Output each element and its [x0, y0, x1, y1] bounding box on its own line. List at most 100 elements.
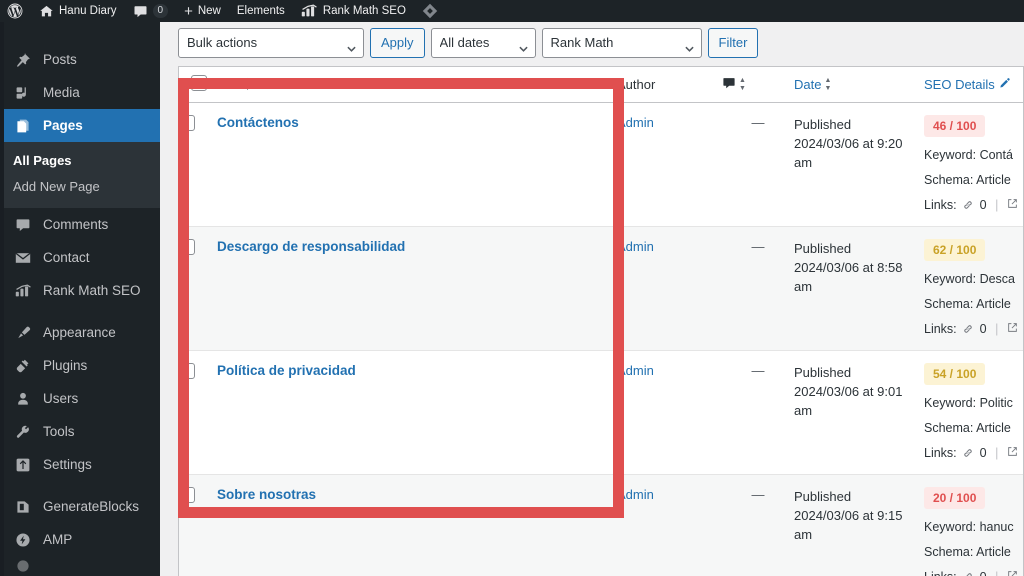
divider: |	[995, 570, 998, 576]
seo-filter-select[interactable]: Rank Math	[541, 27, 702, 58]
rank-math-bars-icon	[13, 284, 33, 298]
sidebar-subitem-all-pages[interactable]: All Pages	[0, 148, 160, 174]
bulk-actions-wrapper: Bulk actions	[178, 27, 364, 58]
row-checkbox[interactable]	[179, 487, 195, 503]
row-seo-cell: 54 / 100 Keyword: Politic Schema: Articl…	[924, 350, 1023, 475]
pages-table: Title ▲ ▼ Author ▲ ▼ Date ▲ ▼ SEO Detail…	[179, 67, 1023, 576]
row-comments-cell: —	[722, 102, 794, 227]
comments-count: —	[751, 487, 765, 502]
adminbar-rank-math[interactable]: Rank Math SEO	[293, 0, 414, 22]
dates-filter-select[interactable]: All dates	[430, 27, 536, 58]
filter-button[interactable]: Filter	[707, 27, 759, 58]
seo-score-badge: 62 / 100	[924, 239, 986, 261]
table-row[interactable]: Política de privacidad Admin — Published…	[179, 350, 1023, 475]
author-link[interactable]: Admin	[617, 363, 654, 378]
author-link[interactable]: Admin	[617, 115, 654, 130]
sidebar-item-pages[interactable]: Pages	[0, 109, 160, 142]
envelope-icon	[13, 251, 33, 265]
sidebar-item-comments[interactable]: Comments	[0, 208, 160, 241]
seo-schema: Schema: Article	[924, 173, 1011, 187]
pencil-icon[interactable]	[998, 77, 1011, 93]
sidebar-scroll-edge[interactable]	[0, 22, 4, 576]
sidebar-subitem-label-add-new-page: Add New Page	[13, 179, 100, 194]
sidebar-item-contact[interactable]: Contact	[0, 241, 160, 274]
user-icon	[13, 391, 33, 407]
page-title-link[interactable]: Política de privacidad	[217, 363, 356, 378]
row-title-cell: Sobre nosotras	[217, 474, 617, 576]
pages-icon	[13, 118, 33, 134]
row-date-cell: Published 2024/03/06 at 9:15 am	[794, 474, 924, 576]
pin-icon	[13, 52, 33, 68]
bulk-actions-select[interactable]: Bulk actions	[178, 27, 364, 58]
seo-links: Links: 0 |	[924, 570, 1023, 576]
adminbar-comments[interactable]: 0	[125, 0, 177, 22]
adminbar-elements[interactable]: Elements	[229, 0, 293, 22]
divider: |	[995, 198, 999, 212]
page-title-link[interactable]: Contáctenos	[217, 115, 299, 130]
page-title-link[interactable]: Sobre nosotras	[217, 487, 316, 502]
seo-links-internal-count: 0	[979, 198, 987, 212]
author-link[interactable]: Admin	[617, 487, 654, 502]
table-row[interactable]: Contáctenos Admin — Published 2024/03/06…	[179, 102, 1023, 227]
column-header-comments[interactable]: ▲ ▼	[722, 67, 794, 103]
sidebar-item-partial-bottom[interactable]	[0, 556, 160, 576]
sidebar-item-posts[interactable]: Posts	[0, 43, 160, 76]
brush-icon	[13, 325, 33, 341]
page-title-link[interactable]: Descargo de responsabilidad	[217, 239, 405, 254]
sidebar-item-plugins[interactable]: Plugins	[0, 349, 160, 382]
seo-links-label: Links:	[924, 198, 957, 212]
sidebar-item-media[interactable]: Media	[0, 76, 160, 109]
column-header-author-label: Author	[617, 77, 656, 92]
apply-button[interactable]: Apply	[370, 27, 425, 58]
seo-links-external-icon	[1007, 322, 1018, 336]
sidebar-item-tools[interactable]: Tools	[0, 415, 160, 448]
row-checkbox[interactable]	[179, 363, 195, 379]
row-seo-cell: 20 / 100 Keyword: hanuc Schema: Article …	[924, 474, 1023, 576]
seo-keyword: Keyword: Politic	[924, 396, 1013, 410]
sidebar-subitem-label-all-pages: All Pages	[13, 153, 72, 168]
author-link[interactable]: Admin	[617, 239, 654, 254]
adminbar-wp-logo[interactable]	[0, 0, 31, 22]
row-date-cell: Published 2024/03/06 at 8:58 am	[794, 226, 924, 351]
wordpress-admin-screen: Hanu Diary 0 + New Elements Rank Math SE…	[0, 0, 1024, 576]
dates-filter-wrapper: All dates	[430, 27, 536, 58]
sidebar-item-amp[interactable]: AMP	[0, 523, 160, 556]
adminbar-elements-label: Elements	[236, 5, 285, 17]
comments-count: —	[751, 363, 765, 378]
select-all-checkbox[interactable]	[191, 75, 207, 91]
comment-bubble-icon	[722, 76, 736, 93]
adminbar-comment-count: 0	[152, 4, 169, 18]
table-row[interactable]: Descargo de responsabilidad Admin — Publ…	[179, 226, 1023, 351]
sidebar-item-settings[interactable]: Settings	[0, 448, 160, 481]
seo-links-label: Links:	[924, 570, 957, 576]
row-checkbox[interactable]	[179, 115, 195, 131]
sidebar-item-users[interactable]: Users	[0, 382, 160, 415]
column-header-date[interactable]: Date ▲ ▼	[794, 67, 924, 103]
seo-schema: Schema: Article	[924, 421, 1011, 435]
divider: |	[995, 322, 999, 336]
sidebar-item-rank-math-seo[interactable]: Rank Math SEO	[0, 274, 160, 307]
divider: |	[995, 446, 999, 460]
table-row[interactable]: Sobre nosotras Admin — Published 2024/03…	[179, 474, 1023, 576]
sidebar-subitem-add-new-page[interactable]: Add New Page	[0, 174, 160, 200]
column-header-date-label: Date	[794, 77, 822, 92]
adminbar-site-name[interactable]: Hanu Diary	[31, 0, 125, 22]
row-checkbox[interactable]	[179, 239, 195, 255]
adminbar-site-label: Hanu Diary	[59, 5, 117, 17]
column-header-title[interactable]: Title ▲ ▼	[217, 67, 617, 103]
row-date-cell: Published 2024/03/06 at 9:20 am	[794, 102, 924, 227]
home-icon	[39, 4, 54, 19]
seo-score-badge: 46 / 100	[924, 115, 986, 137]
date-value: 2024/03/06 at 9:01 am	[794, 384, 903, 418]
row-author-cell: Admin	[617, 474, 722, 576]
seo-links-external-icon	[1007, 570, 1018, 576]
sidebar-item-generateblocks[interactable]: GenerateBlocks	[0, 490, 160, 523]
sidebar-item-dashboard-partial[interactable]: Dashboard	[0, 22, 160, 34]
adminbar-new-content[interactable]: + New	[176, 0, 229, 22]
sidebar-item-appearance[interactable]: Appearance	[0, 316, 160, 349]
column-header-seo-details[interactable]: SEO Details	[924, 67, 1023, 103]
link-chain-icon	[962, 323, 974, 338]
row-author-cell: Admin	[617, 350, 722, 475]
wordpress-logo-icon	[7, 3, 23, 19]
adminbar-extra-plugin[interactable]	[414, 0, 446, 22]
